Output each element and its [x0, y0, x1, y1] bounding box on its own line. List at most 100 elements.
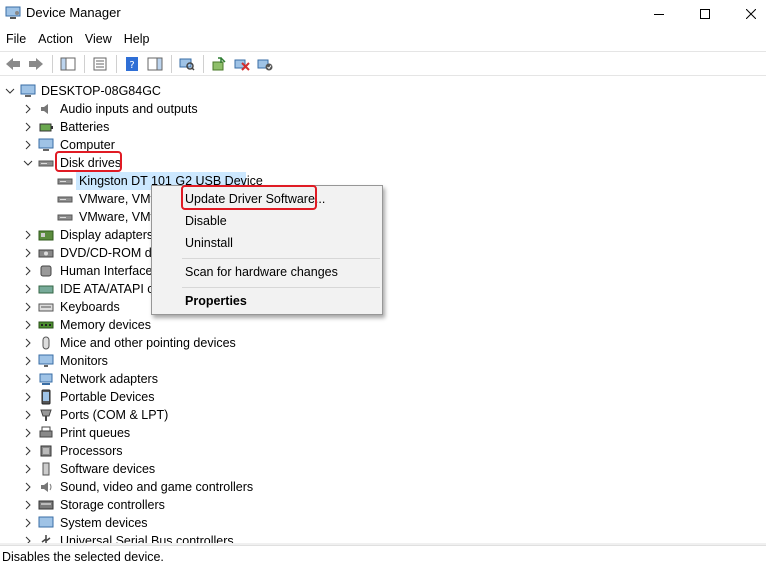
- tree-category-item[interactable]: System devices: [0, 514, 766, 532]
- tree-category-item[interactable]: Memory devices: [0, 316, 766, 334]
- show-hide-console-tree-icon[interactable]: [57, 54, 79, 74]
- tree-item-label: System devices: [60, 516, 148, 530]
- toolbar-separator: [116, 54, 117, 73]
- uninstall-device-icon[interactable]: [231, 54, 253, 74]
- monitor-icon: [38, 353, 54, 369]
- tree-item-label: Print queues: [60, 426, 131, 440]
- status-text: Disables the selected device.: [2, 550, 164, 564]
- chevron-down-icon[interactable]: [3, 83, 17, 99]
- chevron-right-icon[interactable]: [21, 425, 35, 441]
- close-button[interactable]: [728, 0, 766, 28]
- tree-item-label: Storage controllers: [60, 498, 165, 512]
- tree-item-label: Mice and other pointing devices: [60, 336, 236, 350]
- properties-icon[interactable]: [89, 54, 111, 74]
- tree-category-item[interactable]: Monitors: [0, 352, 766, 370]
- tree-item-label: Display adapters: [60, 228, 154, 242]
- chevron-right-icon[interactable]: [21, 299, 35, 315]
- disk-drive-icon: [57, 173, 73, 189]
- tree-item-label: Human Interface: [60, 264, 153, 278]
- chevron-right-icon[interactable]: [21, 533, 35, 543]
- minimize-button[interactable]: [636, 0, 682, 28]
- chevron-right-icon[interactable]: [21, 461, 35, 477]
- tree-category-item[interactable]: IDE ATA/ATAPI co: [0, 280, 766, 298]
- chevron-right-icon[interactable]: [21, 263, 35, 279]
- menu-action[interactable]: Action: [32, 29, 79, 49]
- tree-item-label: Monitors: [60, 354, 108, 368]
- tree-category-item[interactable]: Batteries: [0, 118, 766, 136]
- tree-category-item[interactable]: Sound, video and game controllers: [0, 478, 766, 496]
- memory-icon: [38, 317, 54, 333]
- menu-help[interactable]: Help: [118, 29, 156, 49]
- chevron-right-icon[interactable]: [21, 389, 35, 405]
- tree-item-label: Batteries: [60, 120, 110, 134]
- tree-item-label: Processors: [60, 444, 123, 458]
- tree-category-item[interactable]: Human Interface: [0, 262, 766, 280]
- storage-controller-icon: [38, 497, 54, 513]
- menu-view[interactable]: View: [79, 29, 118, 49]
- chevron-right-icon[interactable]: [21, 101, 35, 117]
- tree-category-item[interactable]: Ports (COM & LPT): [0, 406, 766, 424]
- menu-separator: [182, 287, 380, 288]
- chevron-down-icon[interactable]: [21, 155, 35, 171]
- tree-category-item[interactable]: Audio inputs and outputs: [0, 100, 766, 118]
- enable-device-icon[interactable]: [254, 54, 276, 74]
- highlight-update-driver: [181, 185, 317, 210]
- tree-device-item[interactable]: VMware, VMv: [0, 190, 766, 208]
- tree-category-item[interactable]: Mice and other pointing devices: [0, 334, 766, 352]
- chevron-right-icon[interactable]: [21, 281, 35, 297]
- tree-item-label: VMware, VMv: [79, 210, 157, 224]
- menu-properties[interactable]: Properties: [185, 294, 247, 308]
- chevron-right-icon[interactable]: [21, 353, 35, 369]
- chevron-right-icon[interactable]: [21, 479, 35, 495]
- chevron-right-icon[interactable]: [21, 371, 35, 387]
- chevron-right-icon[interactable]: [21, 119, 35, 135]
- menu-file[interactable]: File: [0, 29, 32, 49]
- tree-category-item[interactable]: Software devices: [0, 460, 766, 478]
- battery-icon: [38, 119, 54, 135]
- chevron-right-icon[interactable]: [21, 407, 35, 423]
- chevron-right-icon[interactable]: [21, 335, 35, 351]
- tree-category-item[interactable]: Processors: [0, 442, 766, 460]
- tree-category-item[interactable]: Portable Devices: [0, 388, 766, 406]
- tree-item-label: Software devices: [60, 462, 156, 476]
- chevron-right-icon[interactable]: [21, 227, 35, 243]
- chevron-right-icon[interactable]: [21, 317, 35, 333]
- window-title: Device Manager: [26, 5, 121, 20]
- forward-icon[interactable]: [25, 54, 47, 74]
- tree-root[interactable]: DESKTOP-08G84GC: [0, 82, 766, 100]
- chevron-right-icon[interactable]: [21, 497, 35, 513]
- chevron-right-icon[interactable]: [21, 443, 35, 459]
- update-driver-icon[interactable]: [208, 54, 230, 74]
- menu-scan-hardware[interactable]: Scan for hardware changes: [185, 265, 338, 279]
- action-pane-icon[interactable]: [144, 54, 166, 74]
- tree-category-item[interactable]: Universal Serial Bus controllers: [0, 532, 766, 543]
- printer-icon: [38, 425, 54, 441]
- menu-disable[interactable]: Disable: [185, 214, 227, 228]
- tree-item-label: DVD/CD-ROM dr: [60, 246, 156, 260]
- tree-category-item[interactable]: Storage controllers: [0, 496, 766, 514]
- tree-item-label: Portable Devices: [60, 390, 155, 404]
- help-icon[interactable]: ?: [121, 54, 143, 74]
- tree-device-item[interactable]: Kingston DT 101 G2 USB Device: [0, 172, 766, 190]
- tree-device-item[interactable]: VMware, VMv: [0, 208, 766, 226]
- system-device-icon: [38, 515, 54, 531]
- tree-root-label: DESKTOP-08G84GC: [41, 84, 161, 98]
- usb-icon: [38, 533, 54, 543]
- display-adapter-icon: [38, 227, 54, 243]
- maximize-button[interactable]: [682, 0, 728, 28]
- chevron-right-icon[interactable]: [21, 245, 35, 261]
- chevron-right-icon[interactable]: [21, 137, 35, 153]
- tree-category-item[interactable]: Network adapters: [0, 370, 766, 388]
- keyboard-icon: [38, 299, 54, 315]
- scan-hardware-icon[interactable]: [176, 54, 198, 74]
- tree-category-item[interactable]: DVD/CD-ROM dr: [0, 244, 766, 262]
- back-icon[interactable]: [2, 54, 24, 74]
- menu-uninstall[interactable]: Uninstall: [185, 236, 233, 250]
- tree-category-item[interactable]: Display adapters: [0, 226, 766, 244]
- tree-category-item[interactable]: Print queues: [0, 424, 766, 442]
- toolbar-separator: [84, 54, 85, 73]
- tree-category-item[interactable]: Keyboards: [0, 298, 766, 316]
- chevron-right-icon[interactable]: [21, 515, 35, 531]
- dvd-icon: [38, 245, 54, 261]
- tree-item-label: Network adapters: [60, 372, 158, 386]
